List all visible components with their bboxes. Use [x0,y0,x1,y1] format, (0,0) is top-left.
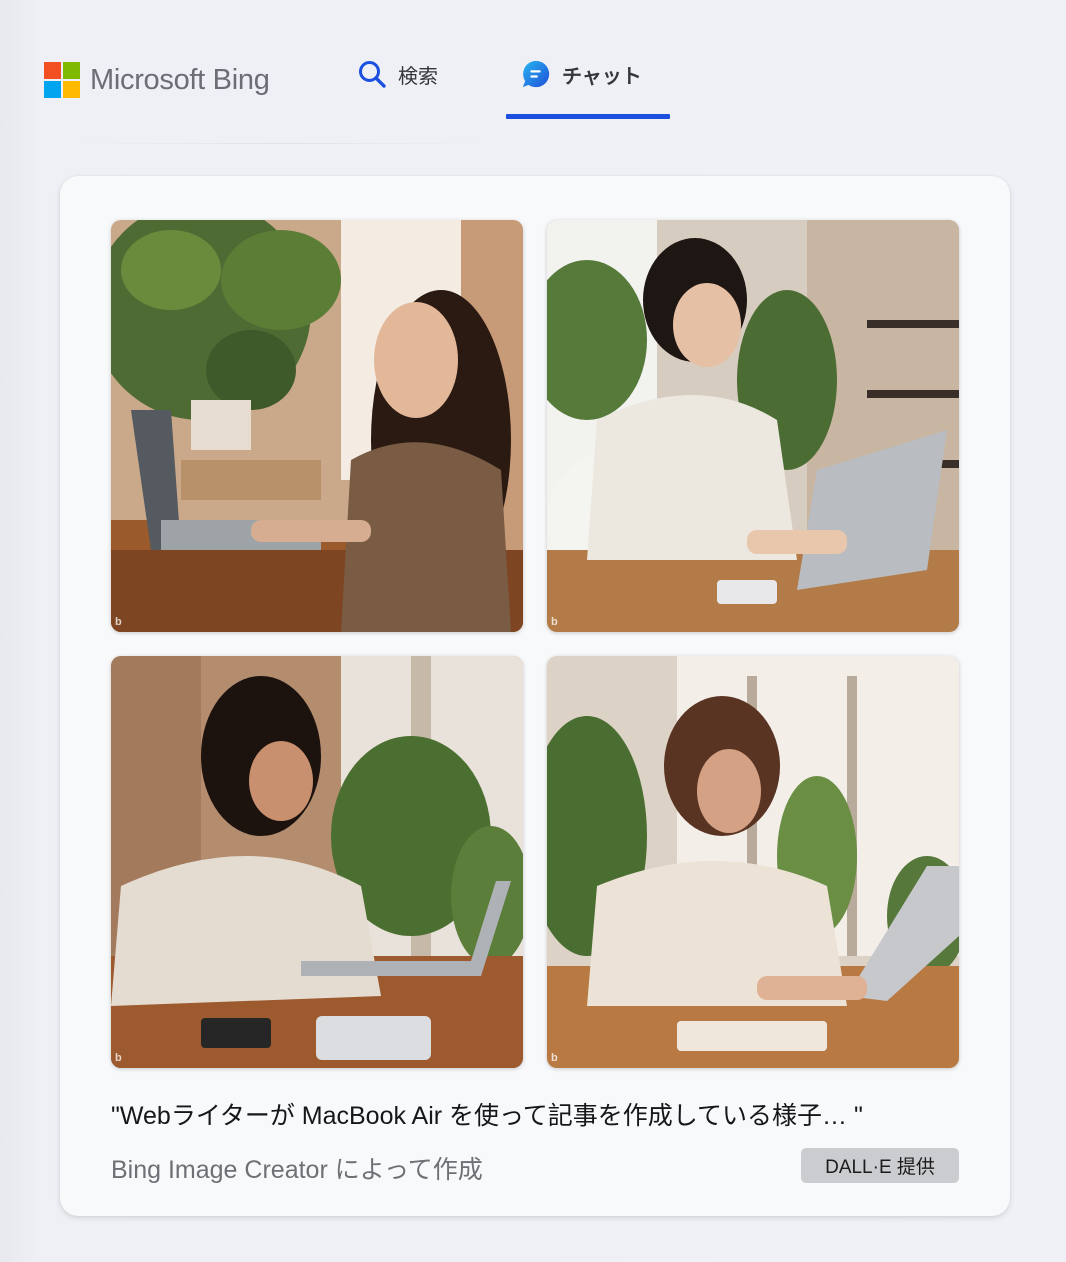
tab-search-label: 検索 [398,65,438,88]
tab-chat[interactable]: チャット [520,58,642,90]
header: Microsoft Bing 検索 チャット [0,0,1066,150]
generated-image-3[interactable]: b [111,656,523,1068]
prompt-caption[interactable]: "Webライターが MacBook Air を使って記事を作成している様子… " [111,1096,971,1132]
bing-watermark: b [551,1052,558,1064]
image-result-card: b b b b "Webライターが MacBook Air を使って記事を作成し… [60,176,1010,1216]
active-tab-indicator [506,114,670,119]
tab-search[interactable]: 検索 [356,58,438,90]
bing-watermark: b [115,616,122,628]
header-divider [72,143,492,144]
image-creator-credit[interactable]: Bing Image Creator によって作成 [111,1150,483,1186]
generated-image-4[interactable]: b [547,656,959,1068]
chat-icon [520,58,552,90]
bing-logo[interactable]: Microsoft Bing [44,62,270,98]
dalle-badge: DALL·E 提供 [801,1148,959,1183]
brand-name: Microsoft Bing [90,63,270,96]
bing-watermark: b [551,616,558,628]
search-icon [356,58,388,90]
generated-image-1[interactable]: b [111,220,523,632]
tab-chat-label: チャット [562,65,642,88]
generated-image-2[interactable]: b [547,220,959,632]
bing-watermark: b [115,1052,122,1064]
microsoft-logo-icon [44,62,80,98]
